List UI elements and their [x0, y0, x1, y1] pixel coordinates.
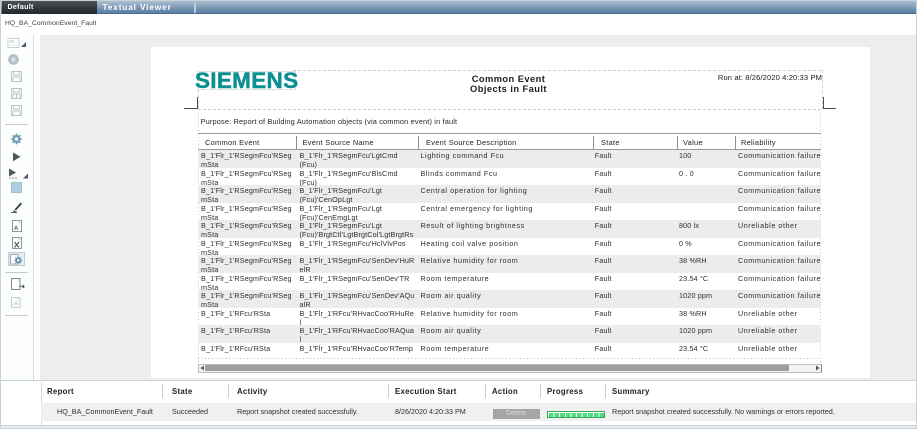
svg-text:A: A — [14, 226, 19, 232]
